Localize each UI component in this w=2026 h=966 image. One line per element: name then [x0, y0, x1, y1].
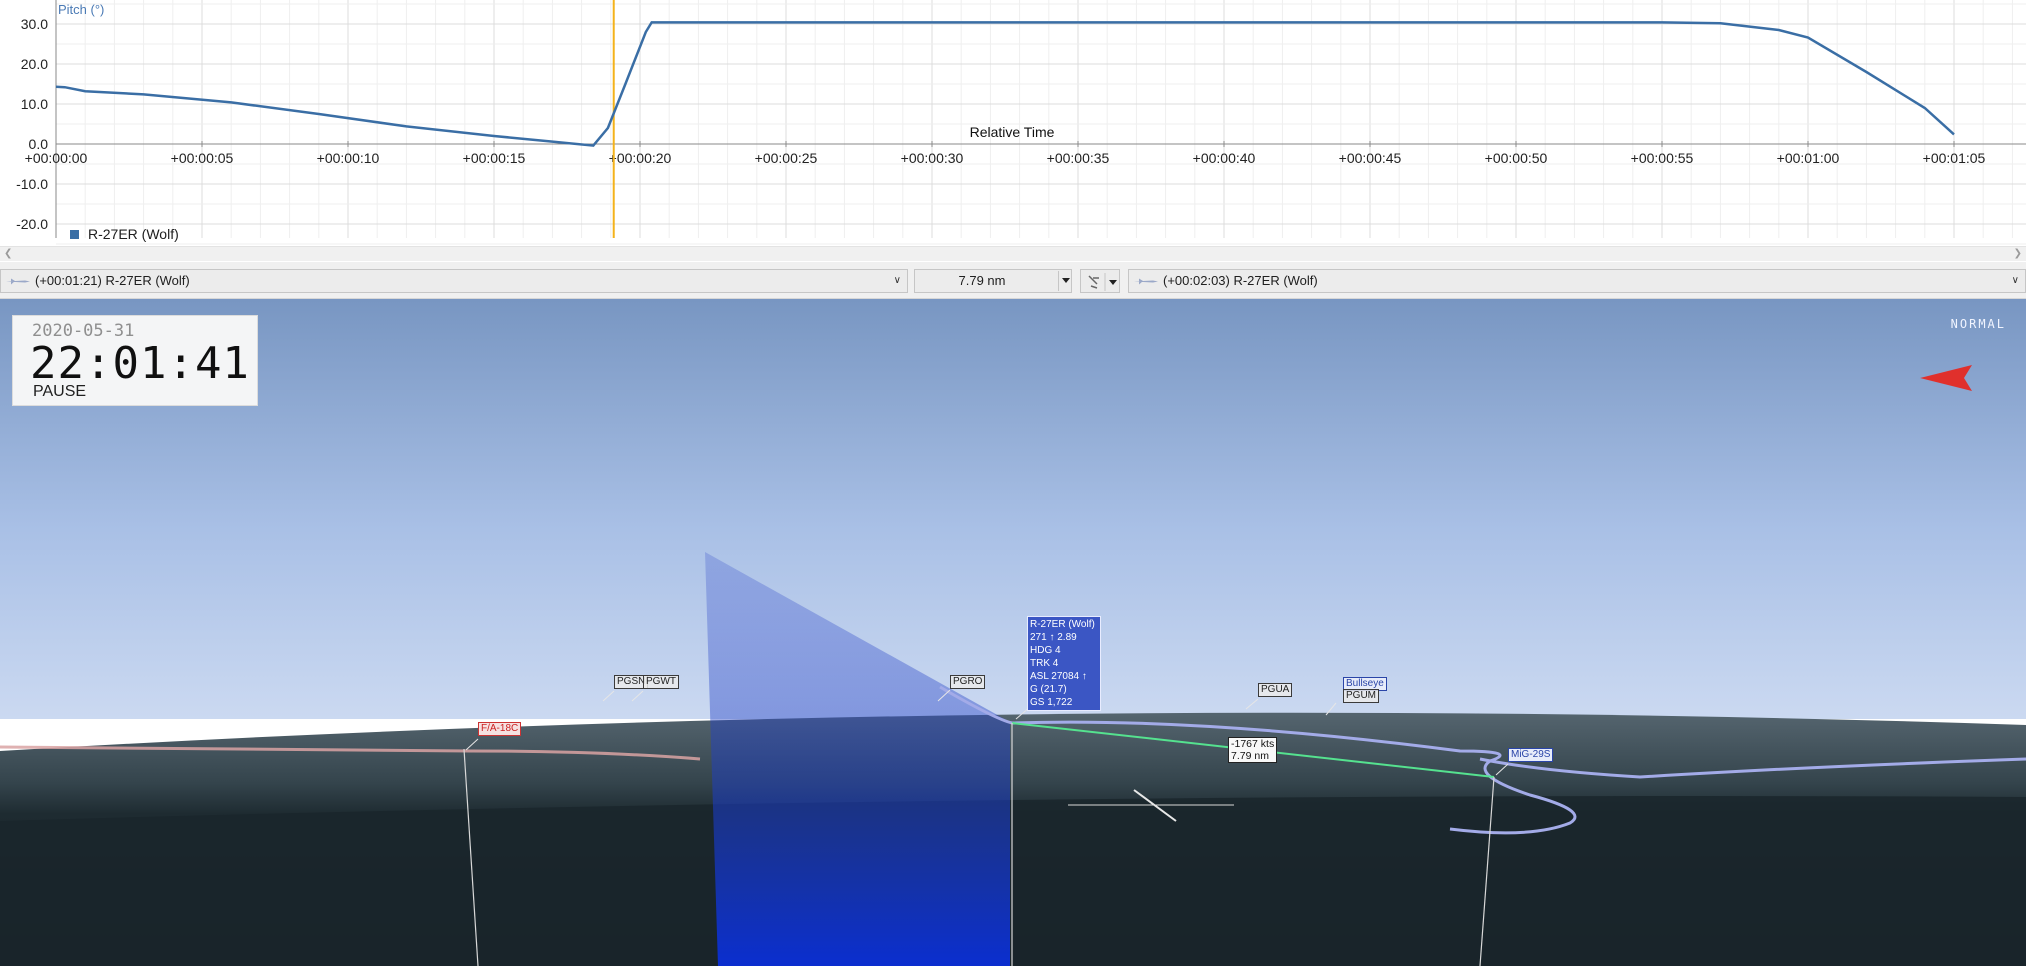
- info-ground-speed: GS 1,722: [1030, 697, 1073, 708]
- label-pgum[interactable]: PGUM: [1343, 689, 1379, 703]
- chevron-down-icon[interactable]: ∨: [2012, 270, 2019, 292]
- y-tick-label: 30.0: [21, 16, 48, 32]
- right-target-label: (+00:02:03) R-27ER (Wolf): [1163, 273, 1318, 288]
- tool-options-button[interactable]: [1080, 269, 1120, 293]
- info-altitude: ASL 27084 ↑: [1030, 671, 1087, 682]
- closure-readout: -1767 kts 7.79 nm: [1228, 737, 1278, 763]
- x-tick-label: +00:00:25: [755, 150, 818, 166]
- x-axis-label: Relative Time: [970, 124, 1055, 140]
- pin-tool-icon: [1088, 273, 1117, 291]
- missile-info-box[interactable]: R-27ER (Wolf) 271 ↑ 2.89 HDG 4 TRK 4 ASL…: [1027, 616, 1101, 711]
- label-mig29[interactable]: MiG-29S: [1508, 748, 1554, 762]
- range-dropdown-button[interactable]: [1058, 271, 1073, 291]
- scroll-right-arrow[interactable]: ❯: [2014, 247, 2022, 261]
- x-tick-label: +00:00:45: [1339, 150, 1402, 166]
- label-pgro[interactable]: PGRO: [950, 675, 986, 689]
- scene-graphics: [0, 299, 2026, 966]
- range-field[interactable]: 7.79 nm: [914, 269, 1072, 293]
- x-tick-label: +00:00:10: [317, 150, 380, 166]
- left-target-select[interactable]: (+00:01:21) R-27ER (Wolf) ∨: [0, 269, 908, 293]
- x-tick-label: +00:00:35: [1047, 150, 1110, 166]
- caret-down-icon: [1062, 278, 1070, 283]
- chart-grid: [55, 0, 2026, 245]
- target-toolbar: (+00:01:21) R-27ER (Wolf) ∨ 7.79 nm (+00…: [0, 262, 2026, 299]
- closure-speed: -1767 kts: [1231, 738, 1275, 750]
- ground-shadow: [0, 796, 2026, 966]
- left-target-label: (+00:01:21) R-27ER (Wolf): [35, 273, 190, 288]
- y-axis-label: Pitch (°): [58, 2, 104, 17]
- y-tick-label: -20.0: [16, 216, 48, 232]
- x-tick-label: +00:00:05: [171, 150, 234, 166]
- clock-time: 22:01:41: [30, 338, 250, 389]
- info-name: R-27ER (Wolf): [1030, 619, 1095, 630]
- aircraft-icon: [6, 278, 30, 285]
- pitch-chart-panel[interactable]: 30.0 20.0 10.0 0.0 -10.0 -20.0 +00:00:00 +00:0…: [0, 0, 2026, 246]
- x-tick-label: +00:00:20: [609, 150, 672, 166]
- info-track: TRK 4: [1030, 658, 1059, 669]
- view-mode-label: NORMAL: [1950, 317, 2006, 331]
- legend-entry[interactable]: R-27ER (Wolf): [88, 226, 179, 242]
- info-heading: HDG 4: [1030, 645, 1061, 656]
- info-speed-mach: 271 ↑ 2.89: [1030, 632, 1077, 643]
- closure-range: 7.79 nm: [1231, 750, 1269, 762]
- sim-clock: 2020-05-31 22:01:41 PAUSE: [12, 315, 258, 406]
- y-tick-label: -10.0: [16, 176, 48, 192]
- chart-horizontal-scrollbar[interactable]: ❮ ❯: [0, 246, 2026, 261]
- 3d-viewport[interactable]: 2020-05-31 22:01:41 PAUSE NORMAL F/A-18C…: [0, 299, 2026, 966]
- x-tick-label: +00:00:00: [25, 150, 88, 166]
- chevron-down-icon[interactable]: ∨: [894, 270, 901, 292]
- y-tick-label: 10.0: [21, 96, 48, 112]
- x-tick-label: +00:01:00: [1777, 150, 1840, 166]
- x-tick-label: +00:00:30: [901, 150, 964, 166]
- y-tick-label: 20.0: [21, 56, 48, 72]
- sky: [0, 299, 2026, 719]
- aircraft-icon: [1134, 278, 1158, 285]
- pitch-chart[interactable]: 30.020.010.00.0-10.0-20.0 +00:00:00 +00:0…: [0, 0, 2026, 246]
- playback-state: PAUSE: [33, 383, 87, 400]
- legend-swatch: [70, 230, 79, 239]
- range-value: 7.79 nm: [958, 273, 1006, 288]
- label-pgua[interactable]: PGUA: [1258, 683, 1293, 697]
- right-target-select[interactable]: (+00:02:03) R-27ER (Wolf) ∨: [1128, 269, 2026, 293]
- x-tick-label: +00:00:55: [1631, 150, 1694, 166]
- label-fa18[interactable]: F/A-18C: [478, 722, 522, 736]
- x-tick-label: +00:00:50: [1485, 150, 1548, 166]
- y-tick-labels: 30.020.010.00.0-10.0-20.0: [16, 16, 48, 232]
- x-tick-label: +00:00:15: [463, 150, 526, 166]
- scroll-left-arrow[interactable]: ❮: [4, 247, 12, 261]
- x-tick-label: +00:00:40: [1193, 150, 1256, 166]
- x-tick-label: +00:01:05: [1923, 150, 1986, 166]
- info-g-load: G (21.7): [1030, 684, 1067, 695]
- label-pgwt[interactable]: PGWT: [643, 675, 679, 689]
